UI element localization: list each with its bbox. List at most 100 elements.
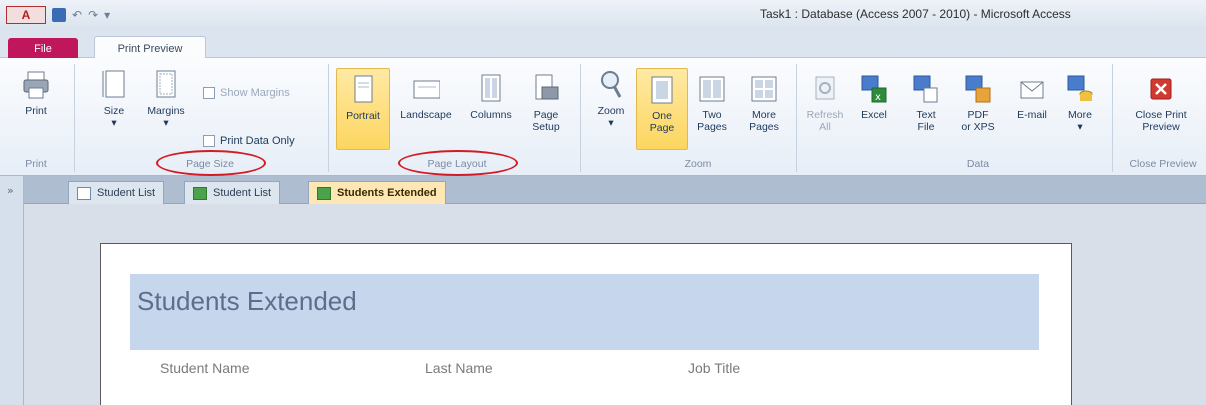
- more-pages-label-1: More: [752, 109, 776, 121]
- two-pages-label-1: Two: [702, 109, 722, 121]
- column-header-student-name: Student Name: [160, 360, 250, 376]
- highlight-ring-page-size: [156, 150, 266, 176]
- more-export-label: More: [1068, 109, 1092, 121]
- print-button[interactable]: Print: [16, 68, 56, 117]
- group-label-zoom: Zoom: [684, 158, 712, 170]
- doc-tab-students-extended[interactable]: Students Extended: [308, 181, 446, 204]
- two-pages-button[interactable]: Two Pages: [690, 72, 734, 133]
- dropdown-arrow-icon: ▾: [1077, 121, 1083, 133]
- landscape-button[interactable]: Landscape: [392, 72, 460, 121]
- two-pages-label-2: Pages: [697, 121, 727, 133]
- excel-label: Excel: [861, 109, 887, 121]
- form-icon: [77, 186, 91, 200]
- page-setup-label-2: Setup: [532, 121, 560, 133]
- refresh-all-button[interactable]: Refresh All: [802, 72, 848, 133]
- excel-icon: x: [860, 72, 888, 106]
- one-page-label-2: Page: [649, 122, 675, 134]
- export-text-file-button[interactable]: Text File: [906, 72, 946, 133]
- close-label-2: Preview: [1142, 121, 1180, 133]
- size-button[interactable]: Size ▾: [96, 68, 132, 129]
- page-setup-button[interactable]: Page Setup: [524, 72, 568, 133]
- export-excel-button[interactable]: x Excel: [854, 72, 894, 121]
- tab-file[interactable]: File: [8, 38, 78, 60]
- page-setup-label-1: Page: [533, 109, 559, 121]
- redo-icon[interactable]: ↷: [88, 8, 98, 22]
- undo-icon[interactable]: ↶: [72, 8, 82, 22]
- ribbon: Print Print Size ▾ Margins ▾ Show Margin…: [0, 58, 1206, 176]
- refresh-icon: [811, 72, 839, 106]
- tab-print-preview[interactable]: Print Preview: [94, 36, 206, 60]
- group-label-data: Data: [966, 158, 990, 170]
- quick-access-toolbar: A ↶ ↷ ▾: [6, 6, 110, 24]
- email-label: E-mail: [1017, 109, 1047, 121]
- dropdown-arrow-icon: ▾: [111, 117, 117, 129]
- show-margins-checkbox[interactable]: Show Margins: [203, 87, 290, 99]
- email-icon: [1018, 72, 1046, 106]
- portrait-icon: [349, 73, 377, 107]
- more-export-button[interactable]: More ▾: [1060, 72, 1100, 133]
- refresh-label-2: All: [819, 121, 831, 133]
- group-label-close-preview: Close Preview: [1129, 158, 1197, 170]
- landscape-icon: [412, 72, 440, 106]
- close-label-1: Close Print: [1135, 109, 1187, 121]
- email-button[interactable]: E-mail: [1010, 72, 1054, 121]
- separator: [1112, 64, 1113, 172]
- close-print-preview-button[interactable]: Close Print Preview: [1122, 72, 1200, 133]
- one-page-button[interactable]: One Page: [636, 68, 688, 150]
- portrait-button[interactable]: Portrait: [336, 68, 390, 150]
- page-size-icon: [100, 68, 128, 102]
- doc-tab-student-list-1[interactable]: Student List: [68, 181, 165, 204]
- text-file-label-2: File: [917, 121, 935, 133]
- zoom-button[interactable]: Zoom ▾: [590, 68, 632, 129]
- expand-navigation-icon[interactable]: »: [7, 184, 14, 197]
- checkbox-box-icon: [203, 135, 215, 147]
- access-logo-icon[interactable]: A: [6, 6, 46, 24]
- navigation-pane-collapsed[interactable]: »: [0, 176, 24, 405]
- separator: [74, 64, 75, 172]
- ribbon-tab-row: File Print Preview: [0, 30, 1206, 60]
- print-data-only-checkbox[interactable]: Print Data Only: [203, 135, 295, 147]
- columns-label: Columns: [470, 109, 512, 121]
- database-more-icon: [1066, 72, 1094, 106]
- printer-icon: [22, 68, 50, 102]
- refresh-label-1: Refresh: [806, 109, 844, 121]
- show-margins-label: Show Margins: [220, 87, 290, 99]
- more-pages-label-2: Pages: [749, 121, 779, 133]
- customize-toolbar-icon[interactable]: ▾: [104, 8, 110, 22]
- columns-button[interactable]: Columns: [462, 72, 520, 121]
- one-page-icon: [648, 73, 676, 107]
- dropdown-arrow-icon: ▾: [163, 117, 169, 129]
- column-header-last-name: Last Name: [425, 360, 493, 376]
- more-pages-button[interactable]: More Pages: [740, 72, 788, 133]
- page-setup-icon: [532, 72, 560, 106]
- zoom-label: Zoom: [597, 105, 625, 117]
- document-tabs: Student List Student List Students Exten…: [24, 176, 1206, 204]
- print-data-only-label: Print Data Only: [220, 135, 295, 147]
- doc-tab-label: Student List: [97, 187, 156, 199]
- app-logo-text: A: [21, 8, 31, 22]
- more-pages-icon: [750, 72, 778, 106]
- margins-label: Margins: [147, 105, 185, 117]
- text-file-icon: [912, 72, 940, 106]
- export-pdf-button[interactable]: PDF or XPS: [954, 72, 1002, 133]
- print-label: Print: [25, 105, 47, 117]
- save-icon[interactable]: [52, 8, 66, 22]
- separator: [328, 64, 329, 172]
- margins-button[interactable]: Margins ▾: [140, 68, 192, 129]
- text-file-label-1: Text: [916, 109, 936, 121]
- doc-tab-student-list-2[interactable]: Student List: [184, 181, 281, 204]
- magnifier-icon: [597, 68, 625, 102]
- size-label: Size: [103, 105, 125, 117]
- dropdown-arrow-icon: ▾: [608, 117, 614, 129]
- highlight-ring-page-layout: [398, 150, 518, 176]
- separator: [796, 64, 797, 172]
- report-icon: [193, 186, 207, 200]
- group-label-print: Print: [25, 158, 47, 170]
- margins-icon: [152, 68, 180, 102]
- two-pages-icon: [698, 72, 726, 106]
- doc-tab-label: Student List: [213, 187, 272, 199]
- title-bar: A ↶ ↷ ▾ Task1 : Database (Access 2007 - …: [0, 0, 1206, 30]
- close-icon: [1147, 72, 1175, 106]
- landscape-label: Landscape: [400, 109, 452, 121]
- checkbox-box-icon: [203, 87, 215, 99]
